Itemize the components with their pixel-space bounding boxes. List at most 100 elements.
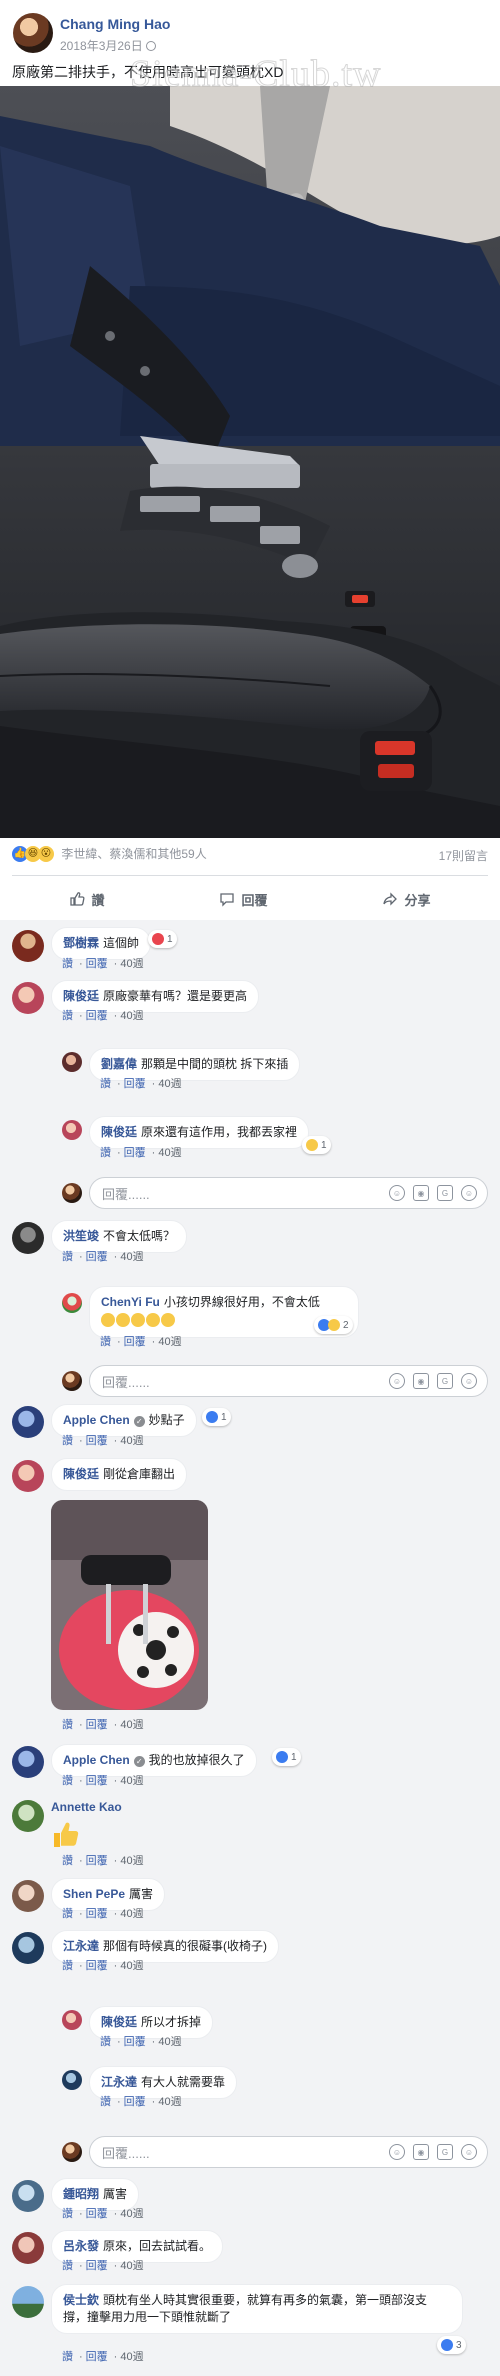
comment-time[interactable]: 40週	[120, 1775, 143, 1787]
comment-reply-link[interactable]: 回覆	[86, 1960, 108, 1972]
comment-reply-link[interactable]: 回覆	[86, 1719, 108, 1731]
comment-time[interactable]: 40週	[120, 1435, 143, 1447]
comment-time[interactable]: 40週	[120, 1010, 143, 1022]
commenter-name[interactable]: 陳俊廷	[101, 2015, 137, 2029]
commenter-name[interactable]: 鍾昭翔	[63, 2187, 99, 2201]
emoji-icon[interactable]: ☺	[389, 1185, 405, 1201]
comment-time[interactable]: 40週	[120, 1855, 143, 1867]
comment-time[interactable]: 40週	[120, 1251, 143, 1263]
gif-icon[interactable]: G	[437, 1185, 453, 1201]
reactors-text[interactable]: 李世緯、蔡渙儒和其他59人	[61, 847, 206, 861]
comment-like-link[interactable]: 讚	[62, 958, 73, 970]
comment-like-link[interactable]: 讚	[62, 1251, 73, 1263]
share-button[interactable]: 分享	[362, 884, 450, 915]
comment-time[interactable]: 40週	[158, 1147, 181, 1159]
avatar[interactable]	[62, 2070, 82, 2090]
gif-icon[interactable]: G	[437, 1373, 453, 1389]
comment-like-link[interactable]: 讚	[100, 1147, 111, 1159]
reply-input[interactable]: 回覆...... ☺ ◉ G ☺	[89, 1365, 488, 1397]
comment-count[interactable]: 17則留言	[439, 847, 488, 864]
comment-like-link[interactable]: 讚	[62, 1960, 73, 1972]
comment-like-link[interactable]: 讚	[100, 2036, 111, 2048]
camera-icon[interactable]: ◉	[413, 2144, 429, 2160]
reaction-badge[interactable]: 3	[437, 2336, 466, 2354]
commenter-name[interactable]: 洪笙竣	[63, 1229, 99, 1243]
comment-like-link[interactable]: 讚	[100, 1336, 111, 1348]
comment-like-link[interactable]: 讚	[62, 2260, 73, 2272]
comment-like-link[interactable]: 讚	[100, 2096, 111, 2108]
comment-photo[interactable]	[51, 1500, 208, 1710]
emoji-icon[interactable]: ☺	[389, 2144, 405, 2160]
gif-icon[interactable]: G	[437, 2144, 453, 2160]
commenter-name[interactable]: 呂永發	[63, 2239, 99, 2253]
comment-reply-link[interactable]: 回覆	[86, 1775, 108, 1787]
reaction-badge[interactable]: 1	[148, 930, 177, 948]
avatar[interactable]	[12, 1460, 44, 1492]
comment-reply-link[interactable]: 回覆	[86, 2260, 108, 2272]
commenter-name[interactable]: Apple Chen	[63, 1413, 130, 1427]
commenter-name[interactable]: Annette Kao	[51, 1800, 122, 1814]
reactions-summary[interactable]: 👍 😆 😮 李世緯、蔡渙儒和其他59人 17則留言	[12, 845, 488, 869]
post-author[interactable]: Chang Ming Hao	[60, 16, 170, 32]
reaction-badge[interactable]: 1	[302, 1136, 331, 1154]
comment-reply-link[interactable]: 回覆	[124, 1336, 146, 1348]
commenter-name[interactable]: 陳俊廷	[63, 989, 99, 1003]
reaction-badge[interactable]: 1	[202, 1408, 231, 1426]
camera-icon[interactable]: ◉	[413, 1373, 429, 1389]
commenter-name[interactable]: Shen PePe	[63, 1887, 125, 1901]
comment-like-link[interactable]: 讚	[62, 2208, 73, 2220]
commenter-name[interactable]: 陳俊廷	[101, 1125, 137, 1139]
reply-input[interactable]: 回覆...... ☺ ◉ G ☺	[89, 2136, 488, 2168]
emoji-icon[interactable]: ☺	[389, 1373, 405, 1389]
commenter-name[interactable]: ChenYi Fu	[101, 1295, 160, 1309]
comment-reply-link[interactable]: 回覆	[86, 1855, 108, 1867]
commenter-name[interactable]: 陳俊廷	[63, 1467, 99, 1481]
avatar[interactable]	[12, 982, 44, 1014]
comment-time[interactable]: 40週	[158, 1336, 181, 1348]
commenter-name[interactable]: 劉嘉偉	[101, 1057, 137, 1071]
commenter-name[interactable]: 鄧樹霖	[63, 936, 99, 950]
avatar[interactable]	[12, 1222, 44, 1254]
comment-reply-link[interactable]: 回覆	[86, 1010, 108, 1022]
avatar[interactable]	[12, 1932, 44, 1964]
comment-reply-link[interactable]: 回覆	[124, 2036, 146, 2048]
sticker-icon[interactable]: ☺	[461, 1185, 477, 1201]
avatar[interactable]	[62, 1293, 82, 1313]
reply-input[interactable]: 回覆...... ☺ ◉ G ☺	[89, 1177, 488, 1209]
comment-reply-link[interactable]: 回覆	[86, 1435, 108, 1447]
comment-time[interactable]: 40週	[120, 2260, 143, 2272]
comment-time[interactable]: 40週	[120, 958, 143, 970]
avatar[interactable]	[12, 1746, 44, 1778]
avatar[interactable]	[62, 1120, 82, 1140]
avatar[interactable]	[12, 1406, 44, 1438]
commenter-name[interactable]: 侯士欽	[63, 2293, 99, 2307]
comment-reply-link[interactable]: 回覆	[124, 1078, 146, 1090]
avatar[interactable]	[12, 2286, 44, 2318]
post-photo[interactable]	[0, 86, 500, 838]
avatar[interactable]	[12, 1800, 44, 1832]
sticker-icon[interactable]: ☺	[461, 2144, 477, 2160]
comment-time[interactable]: 40週	[120, 1719, 143, 1731]
commenter-name[interactable]: Apple Chen	[63, 1753, 130, 1767]
comment-like-link[interactable]: 讚	[62, 1435, 73, 1447]
comment-like-link[interactable]: 讚	[62, 1855, 73, 1867]
comment-reply-link[interactable]: 回覆	[86, 2208, 108, 2220]
avatar[interactable]	[12, 2180, 44, 2212]
avatar[interactable]	[12, 2232, 44, 2264]
avatar[interactable]	[12, 1880, 44, 1912]
comment-time[interactable]: 40週	[120, 2351, 143, 2363]
comment-button[interactable]: 回覆	[199, 884, 287, 915]
sticker-icon[interactable]: ☺	[461, 1373, 477, 1389]
camera-icon[interactable]: ◉	[413, 1185, 429, 1201]
comment-reply-link[interactable]: 回覆	[86, 1251, 108, 1263]
comment-reply-link[interactable]: 回覆	[124, 2096, 146, 2108]
comment-like-link[interactable]: 讚	[100, 1078, 111, 1090]
comment-time[interactable]: 40週	[120, 1908, 143, 1920]
avatar[interactable]	[62, 1052, 82, 1072]
comment-like-link[interactable]: 讚	[62, 1908, 73, 1920]
avatar[interactable]	[12, 930, 44, 962]
author-avatar[interactable]	[13, 13, 53, 53]
comment-time[interactable]: 40週	[158, 2036, 181, 2048]
comment-reply-link[interactable]: 回覆	[86, 958, 108, 970]
comment-time[interactable]: 40週	[158, 1078, 181, 1090]
